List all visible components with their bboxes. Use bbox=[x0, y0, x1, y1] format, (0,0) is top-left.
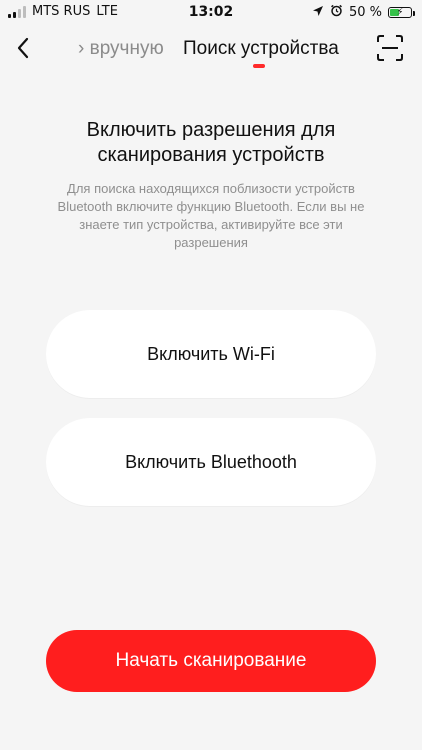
tab-search-device[interactable]: Поиск устройства bbox=[183, 38, 339, 60]
permission-description: Для поиска находящихся поблизости устрой… bbox=[57, 181, 365, 250]
bolt-icon: ⚡ bbox=[396, 6, 404, 18]
location-arrow-icon bbox=[312, 5, 324, 21]
scan-frame-icon[interactable] bbox=[376, 34, 404, 62]
enable-wifi-button[interactable]: Включить Wi-Fi bbox=[46, 310, 376, 398]
chevron-left-icon[interactable] bbox=[12, 34, 36, 62]
status-bar: MTS RUS LTE 13:02 50 % ⚡ bbox=[0, 0, 422, 26]
top-navigation: › вручную Поиск устройства bbox=[0, 26, 422, 74]
permission-headline: Включить разрешения для сканирования уст… bbox=[86, 119, 336, 166]
tab-manual[interactable]: › вручную bbox=[78, 38, 164, 60]
active-tab-indicator bbox=[253, 64, 265, 68]
status-right: 50 % ⚡ bbox=[312, 4, 415, 21]
start-scan-button[interactable]: Начать сканирование bbox=[46, 630, 376, 692]
enable-bluetooth-button[interactable]: Включить Bluethooth bbox=[46, 418, 376, 506]
alarm-icon bbox=[330, 4, 343, 21]
battery-icon: ⚡ bbox=[388, 6, 415, 18]
main-content: Включить разрешения для сканирования уст… bbox=[0, 74, 422, 750]
battery-percentage: 50 % bbox=[348, 5, 382, 20]
